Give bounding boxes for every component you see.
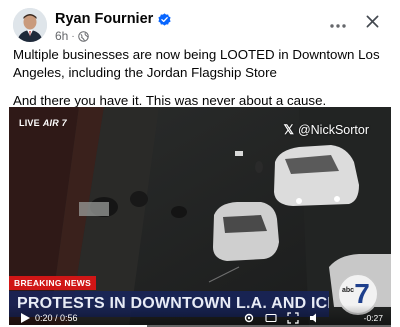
- close-icon: [366, 15, 379, 33]
- post-header: Ryan Fournier 6h ·: [13, 8, 390, 44]
- author-avatar[interactable]: [13, 8, 47, 42]
- play-icon[interactable]: [19, 311, 31, 323]
- video-player[interactable]: LIVE AIR 7 𝕏 @NickSortor BREAKING NEWS P…: [9, 107, 391, 327]
- author-name[interactable]: Ryan Fournier: [55, 11, 153, 27]
- remaining-time: -0:27: [363, 313, 383, 323]
- volume-icon[interactable]: [309, 311, 321, 323]
- settings-icon[interactable]: [243, 311, 255, 323]
- meta-separator: ·: [71, 30, 75, 42]
- more-options-button[interactable]: [326, 14, 350, 34]
- close-button[interactable]: [360, 12, 384, 36]
- post-timestamp[interactable]: 6h: [55, 29, 68, 43]
- post-card: Ryan Fournier 6h · Multiple businesses a…: [0, 0, 400, 327]
- post-paragraph-1: Multiple businesses are now being LOOTED…: [13, 47, 380, 80]
- more-options-icon: [330, 15, 346, 33]
- globe-icon: [77, 30, 89, 42]
- station-logo-small: abc: [342, 287, 355, 294]
- channel-label: AIR 7: [42, 118, 67, 128]
- live-badge: LIVE AIR 7: [19, 118, 67, 128]
- elapsed-time: 0:20 / 0:56: [35, 313, 78, 323]
- verified-badge-icon: [158, 12, 171, 26]
- breaking-news-label: BREAKING NEWS: [9, 276, 97, 290]
- watermark-handle-text: @NickSortor: [297, 123, 369, 137]
- captions-icon[interactable]: [265, 311, 277, 323]
- x-logo-icon: 𝕏: [283, 122, 294, 137]
- author-name-row: Ryan Fournier: [55, 11, 171, 27]
- control-icons: [243, 311, 321, 324]
- video-controls: 0:20 / 0:56 -0:27: [9, 305, 391, 327]
- fullscreen-icon[interactable]: [287, 311, 299, 324]
- watermark-handle: 𝕏 @NickSortor: [283, 122, 369, 138]
- post-meta: 6h ·: [55, 29, 89, 43]
- live-label: LIVE: [19, 118, 40, 128]
